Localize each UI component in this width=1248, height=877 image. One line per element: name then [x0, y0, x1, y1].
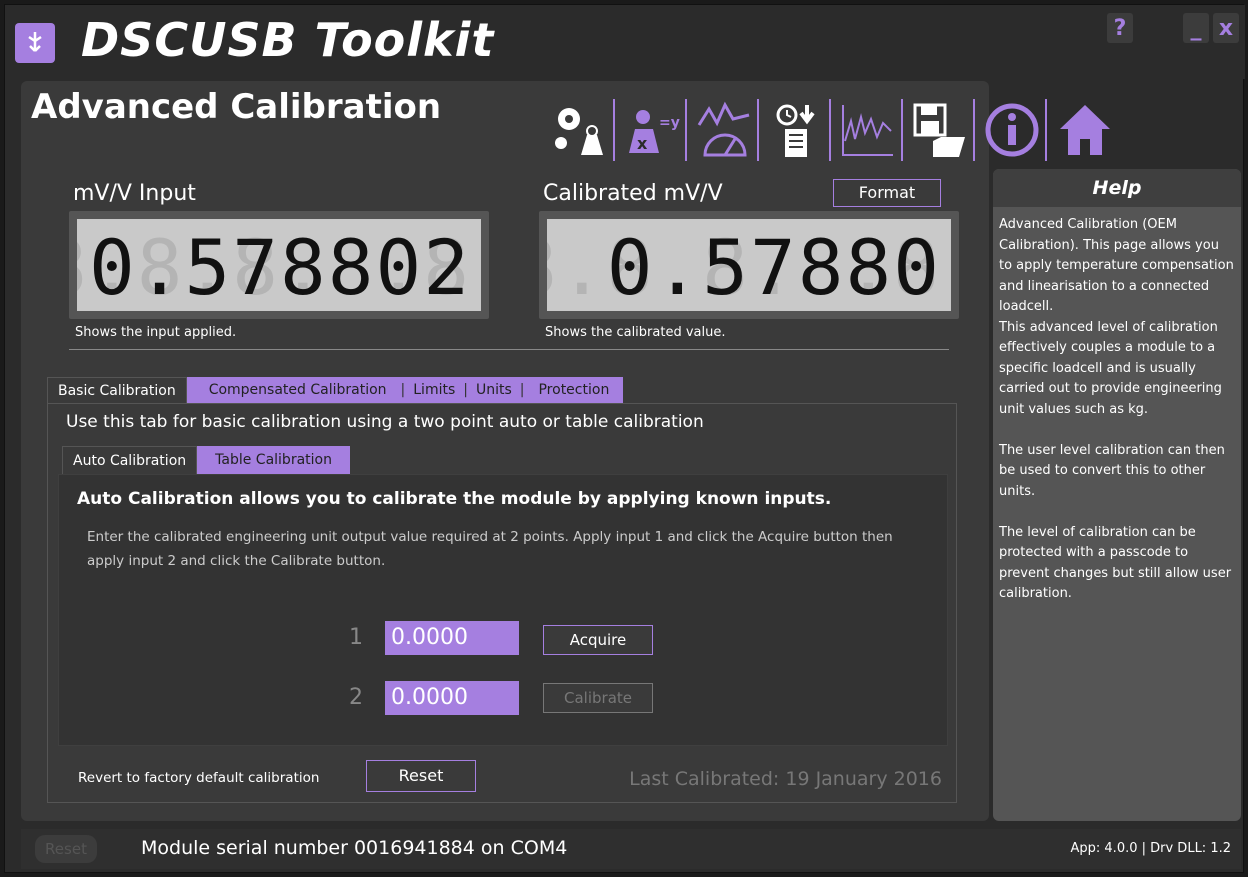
reset-button[interactable]: Reset: [366, 760, 476, 792]
svg-text:x: x: [637, 134, 648, 153]
divider: [69, 349, 949, 350]
last-calibrated: Last Calibrated: 19 January 2016: [629, 768, 942, 790]
tab-separator: |: [515, 377, 529, 403]
calibrated-label: Calibrated mV/V: [543, 181, 723, 206]
point1-number: 1: [349, 625, 363, 650]
version-info: App: 4.0.0 | Drv DLL: 1.2: [1070, 841, 1232, 856]
tab-separator: |: [396, 377, 410, 403]
page-title: Advanced Calibration: [31, 87, 442, 127]
calibration-subtabs: Auto Calibration Table Calibration: [62, 446, 350, 474]
help-title: Help: [993, 169, 1241, 207]
subtab-table-calibration[interactable]: Table Calibration: [197, 446, 350, 474]
info-icon[interactable]: [979, 99, 1047, 161]
help-button[interactable]: ?: [1107, 13, 1133, 43]
main-tabs: Basic Calibration Compensated Calibratio…: [47, 377, 624, 403]
point2-number: 2: [349, 685, 363, 710]
svg-text:=y: =y: [659, 115, 680, 131]
x-equals-y-icon[interactable]: x =y: [619, 99, 687, 161]
calibrated-lcd: 8.8.8.8.8.8.8 0.57880: [539, 211, 959, 319]
auto-heading: Auto Calibration allows you to calibrate…: [77, 489, 832, 509]
revert-label: Revert to factory default calibration: [78, 770, 320, 786]
auto-description: Enter the calibrated engineering unit ou…: [87, 529, 893, 569]
toolbar: x =y: [547, 99, 1119, 161]
point2-input[interactable]: 0.0000: [385, 681, 519, 715]
title-bar: DSCUSB Toolkit ? _ x: [5, 5, 1245, 79]
tab-limits[interactable]: Limits: [409, 377, 460, 403]
calibrated-lcd-value: 0.57880: [606, 223, 941, 311]
input-label: mV/V Input: [73, 181, 196, 206]
main-panel: Advanced Calibration x =y mV/V Input .8.…: [21, 81, 1110, 821]
help-text: Advanced Calibration (OEM Calibration). …: [999, 217, 1234, 601]
calibrated-caption: Shows the calibrated value.: [545, 325, 726, 340]
basic-description: Use this tab for basic calibration using…: [66, 412, 704, 432]
acquire-button[interactable]: Acquire: [543, 625, 653, 655]
chart-icon[interactable]: [835, 99, 903, 161]
app-window: DSCUSB Toolkit ? _ x Advanced Calibratio…: [4, 4, 1245, 873]
serial-number: Module serial number 0016941884 on COM4: [141, 837, 568, 859]
status-bar: Reset Module serial number 0016941884 on…: [21, 829, 1241, 869]
format-button[interactable]: Format: [833, 179, 941, 207]
usb-logo-icon: [15, 23, 55, 63]
input-lcd-value: 0.578802: [88, 223, 471, 311]
tab-compensated-calibration[interactable]: Compensated Calibration: [186, 377, 397, 403]
home-icon[interactable]: [1051, 99, 1119, 161]
subtab-auto-calibration[interactable]: Auto Calibration: [62, 446, 198, 474]
point1-input[interactable]: 0.0000: [385, 621, 519, 655]
input-lcd: 8.8.8.8.8.8.8 0.578802: [69, 211, 489, 319]
status-reset-button[interactable]: Reset: [35, 835, 97, 863]
gear-weight-icon[interactable]: [547, 99, 615, 161]
help-panel: Help Advanced Calibration (OEM Calibrati…: [993, 169, 1241, 821]
auto-calibration-panel: Auto Calibration allows you to calibrate…: [58, 474, 948, 746]
gauge-icon[interactable]: [691, 99, 759, 161]
input-caption: Shows the input applied.: [75, 325, 237, 340]
tab-units[interactable]: Units: [471, 377, 516, 403]
tab-basic-calibration[interactable]: Basic Calibration: [47, 377, 187, 403]
calibrate-button[interactable]: Calibrate: [543, 683, 653, 713]
tab-separator: |: [459, 377, 472, 403]
timer-log-icon[interactable]: [763, 99, 831, 161]
basic-calibration-panel: Use this tab for basic calibration using…: [47, 403, 957, 803]
tab-protection[interactable]: Protection: [528, 377, 624, 403]
close-button[interactable]: x: [1213, 13, 1239, 43]
app-title: DSCUSB Toolkit: [81, 13, 495, 67]
minimize-button[interactable]: _: [1183, 13, 1209, 43]
save-folder-icon[interactable]: [907, 99, 975, 161]
